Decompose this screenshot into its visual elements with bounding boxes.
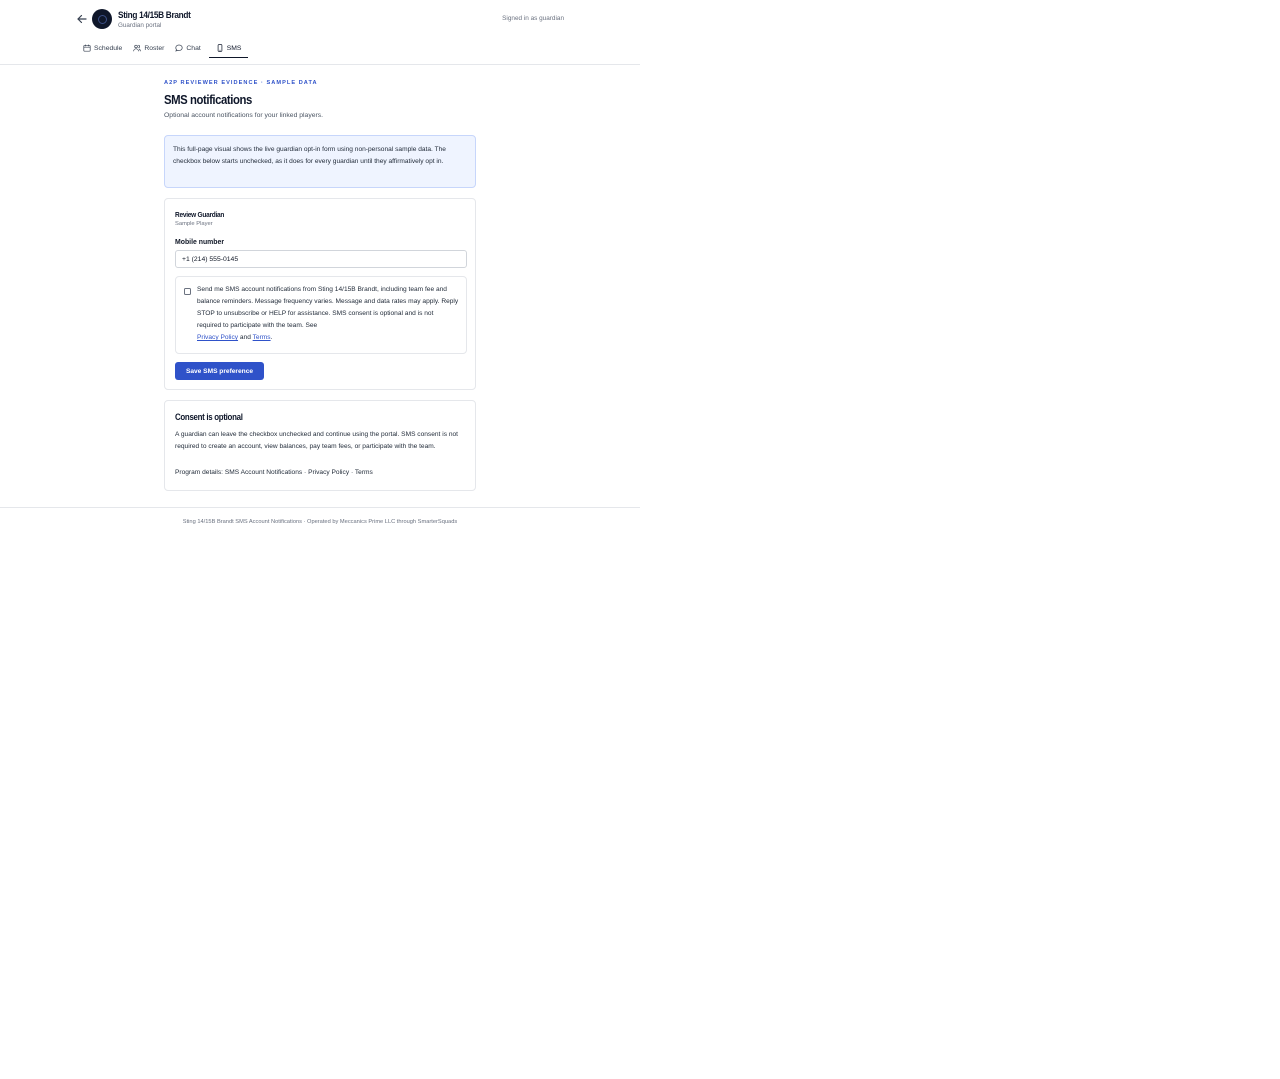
footer-divider [0,507,640,508]
tab-chat[interactable]: Chat [172,39,203,57]
back-arrow-icon[interactable] [75,12,89,26]
page-title: SMS notifications [164,92,252,107]
program-terms: Terms [354,469,373,476]
consent-statement: Send me SMS account notifications from S… [197,284,459,344]
tab-schedule[interactable]: Schedule [80,39,125,57]
eyebrow-label: A2P REVIEWER EVIDENCE · SAMPLE DATA [164,80,318,86]
tab-label: Schedule [94,44,123,52]
tab-bar: Schedule Roster Chat SMS [80,39,253,59]
program-privacy-policy: Privacy Policy [308,469,350,476]
player-name: Sample Player [175,221,213,227]
program-name: SMS Account Notifications [224,469,303,476]
mobile-number-label: Mobile number [175,239,225,246]
tab-roster[interactable]: Roster [130,39,167,57]
sms-opt-in-card: Review Guardian Sample Player Mobile num… [164,198,476,390]
users-icon [133,44,142,52]
app-header: Sting 14/15B Brandt Guardian portal Sign… [0,0,640,65]
sms-consent-checkbox[interactable] [184,288,191,295]
consent-text: Send me SMS account notifications from S… [197,286,459,330]
calendar-icon [83,44,91,52]
consent-info-card: Consent is optional A guardian can leave… [164,400,476,491]
tab-label: Roster [144,44,165,52]
period-text: . [270,334,273,342]
portal-label: Guardian portal [118,21,162,29]
separator: · [304,469,307,476]
main-content: A2P REVIEWER EVIDENCE · SAMPLE DATA SMS … [164,80,476,491]
consent-info-body: A guardian can leave the checkbox unchec… [175,431,458,450]
guardian-name: Review Guardian [175,210,225,219]
privacy-policy-link[interactable]: Privacy Policy [197,334,238,341]
team-logo [92,9,112,29]
terms-link[interactable]: Terms [253,334,271,341]
program-prefix: Program details: [175,469,224,476]
tab-label: SMS [226,44,242,52]
mobile-number-input[interactable] [175,250,467,268]
tab-sms[interactable]: SMS [208,39,249,59]
consent-box: Send me SMS account notifications from S… [175,276,467,354]
tab-label: Chat [186,44,201,52]
signed-in-status: Signed in as guardian [502,15,564,22]
team-name: Sting 14/15B Brandt [118,9,191,20]
consent-info-title: Consent is optional [175,412,243,422]
page: Sting 14/15B Brandt Guardian portal Sign… [0,0,640,1079]
separator: · [350,469,354,476]
footer-text: Sting 14/15B Brandt SMS Account Notifica… [182,519,458,525]
phone-icon [217,44,223,52]
chat-bubble-icon [175,44,183,52]
sample-data-notice: This full-page visual shows the live gua… [164,135,476,188]
program-details: Program details: SMS Account Notificatio… [175,469,373,476]
page-description: Optional account notifications for your … [164,112,324,119]
save-sms-preference-button[interactable]: Save SMS preference [175,362,264,380]
and-text: and [239,334,251,342]
